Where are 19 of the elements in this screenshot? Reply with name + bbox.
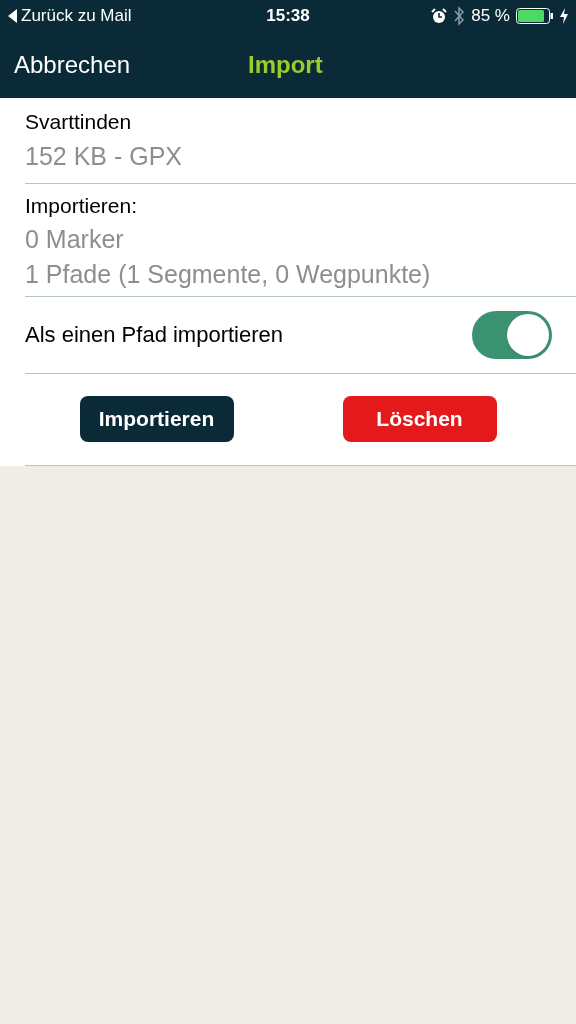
file-name: Svarttinden [25, 109, 133, 135]
battery-icon [516, 8, 554, 24]
screen-title: Import [248, 50, 323, 80]
option-label: Als einen Pfad importieren [25, 321, 284, 349]
file-info: 152 KB - GPX [25, 140, 184, 172]
toggle-switch[interactable] [472, 310, 552, 359]
alarm-icon [431, 8, 448, 24]
bluetooth-icon [453, 6, 466, 26]
import-button[interactable]: Importieren [79, 396, 234, 442]
charging-icon [560, 8, 568, 24]
delete-button[interactable]: Löschen [342, 396, 497, 442]
clock: 15:38 [266, 5, 310, 28]
summary-line: 1 Pfade (1 Segmente, 0 Wegpunkte) [25, 258, 432, 290]
cancel-button[interactable]: Abbrechen [14, 47, 131, 83]
summary-heading: Importieren: [25, 193, 139, 219]
back-link[interactable]: Zurück zu Mail [21, 3, 132, 29]
summary-line: 0 Marker [25, 223, 125, 255]
back-icon[interactable] [8, 9, 17, 23]
battery-percent: 85 % [471, 5, 510, 28]
